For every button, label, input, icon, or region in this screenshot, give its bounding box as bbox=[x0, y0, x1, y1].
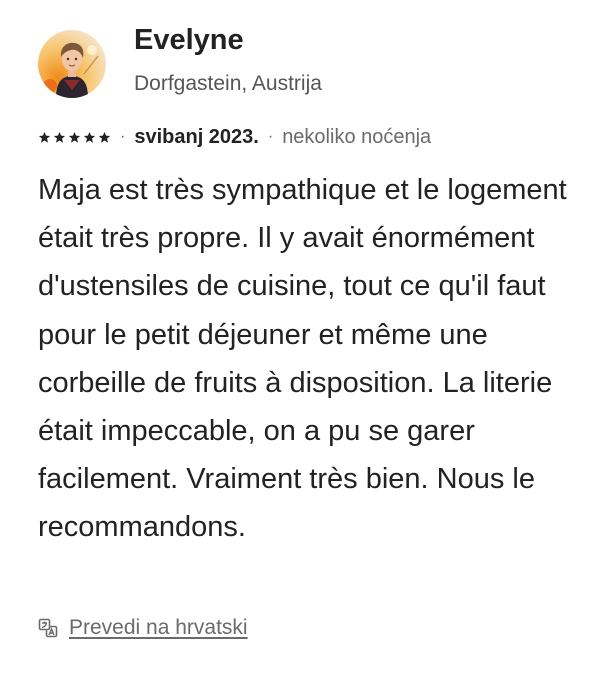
star-rating bbox=[38, 131, 111, 144]
star-icon bbox=[38, 131, 51, 143]
review-text: Maja est très sympathique et le logement… bbox=[38, 174, 567, 544]
translate-icon bbox=[38, 618, 58, 638]
star-icon bbox=[83, 131, 96, 143]
star-icon bbox=[98, 131, 111, 143]
translate-button[interactable]: Prevedi na hrvatski bbox=[38, 616, 248, 640]
review-meta: · svibanj 2023. · nekoliko noćenja bbox=[38, 124, 431, 150]
meta-separator: · bbox=[267, 128, 274, 145]
stay-length: nekoliko noćenja bbox=[282, 125, 432, 148]
reviewer-avatar[interactable] bbox=[38, 30, 106, 98]
review-card: Evelyne Dorfgastein, Austrija · svibanj … bbox=[0, 0, 604, 683]
meta-separator: · bbox=[120, 128, 126, 145]
translate-label[interactable]: Prevedi na hrvatski bbox=[69, 616, 248, 640]
avatar-photo-icon bbox=[38, 30, 106, 98]
reviewer-location: Dorfgastein, Austrija bbox=[134, 72, 322, 95]
star-icon bbox=[68, 131, 81, 143]
star-icon bbox=[53, 131, 66, 143]
reviewer-name[interactable]: Evelyne bbox=[134, 24, 244, 57]
review-date: svibanj 2023. bbox=[134, 125, 259, 148]
